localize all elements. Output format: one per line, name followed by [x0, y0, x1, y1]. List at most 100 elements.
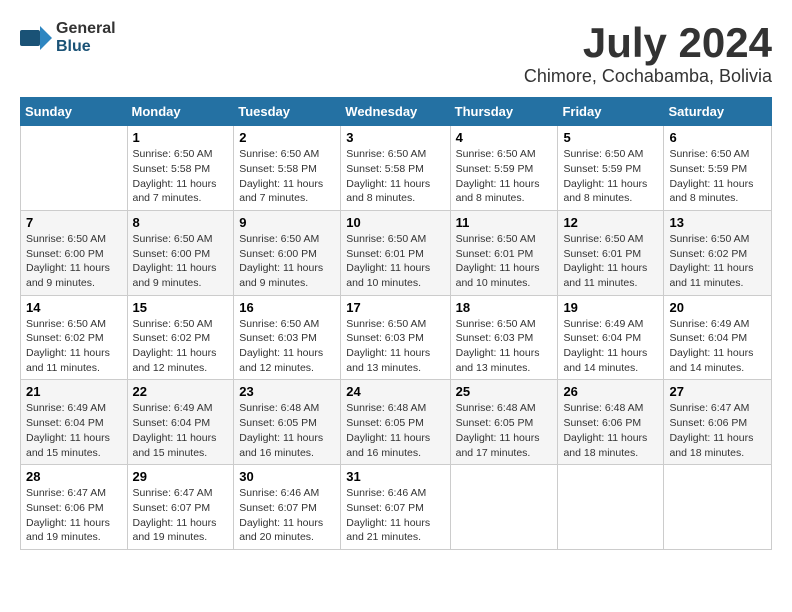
day-info: Sunrise: 6:50 AMSunset: 5:59 PMDaylight:…: [456, 147, 553, 206]
calendar-cell: 31Sunrise: 6:46 AMSunset: 6:07 PMDayligh…: [341, 465, 450, 550]
day-info: Sunrise: 6:50 AMSunset: 6:00 PMDaylight:…: [239, 232, 335, 291]
day-number: 2: [239, 130, 335, 145]
day-number: 30: [239, 469, 335, 484]
calendar-cell: 28Sunrise: 6:47 AMSunset: 6:06 PMDayligh…: [21, 465, 128, 550]
day-info: Sunrise: 6:48 AMSunset: 6:05 PMDaylight:…: [456, 401, 553, 460]
calendar-cell: 30 Sunrise: 6:46 AMSunset: 6:07 PMDayligh…: [234, 465, 341, 550]
day-number: 15: [133, 300, 229, 315]
day-info: Sunrise: 6:50 AMSunset: 6:01 PMDaylight:…: [346, 232, 444, 291]
day-number: 1: [133, 130, 229, 145]
day-number: 5: [563, 130, 658, 145]
day-info: Sunrise: 6:48 AMSunset: 6:06 PMDaylight:…: [563, 401, 658, 460]
day-number: 28: [26, 469, 122, 484]
calendar-cell: [450, 465, 558, 550]
calendar-body: 1 Sunrise: 6:50 AMSunset: 5:58 PMDaylight…: [21, 126, 772, 550]
day-number: 27: [669, 384, 766, 399]
calendar-cell: 2 Sunrise: 6:50 AMSunset: 5:58 PMDaylight…: [234, 126, 341, 211]
day-number: 26: [563, 384, 658, 399]
day-number: 25: [456, 384, 553, 399]
day-info: Sunrise: 6:50 AMSunset: 6:03 PMDaylight:…: [456, 317, 553, 376]
header-cell-saturday: Saturday: [664, 98, 772, 126]
day-info: Sunrise: 6:47 AMSunset: 6:07 PMDaylight:…: [133, 486, 229, 545]
logo-icon: [20, 22, 52, 54]
calendar-cell: 14Sunrise: 6:50 AMSunset: 6:02 PMDayligh…: [21, 295, 128, 380]
day-info: Sunrise: 6:46 AMSunset: 6:07 PMDaylight:…: [239, 486, 335, 545]
calendar-cell: 9Sunrise: 6:50 AMSunset: 6:00 PMDaylight…: [234, 210, 341, 295]
day-number: 13: [669, 215, 766, 230]
day-number: 3: [346, 130, 444, 145]
calendar-cell: 13 Sunrise: 6:50 AMSunset: 6:02 PMDayligh…: [664, 210, 772, 295]
logo-general: General: [56, 20, 116, 38]
calendar-cell: 7Sunrise: 6:50 AMSunset: 6:00 PMDaylight…: [21, 210, 128, 295]
day-number: 17: [346, 300, 444, 315]
logo: General Blue: [20, 20, 116, 55]
subtitle: Chimore, Cochabamba, Bolivia: [524, 66, 772, 87]
main-title: July 2024: [524, 20, 772, 66]
day-number: 22: [133, 384, 229, 399]
day-info: Sunrise: 6:49 AMSunset: 6:04 PMDaylight:…: [26, 401, 122, 460]
day-number: 31: [346, 469, 444, 484]
day-number: 12: [563, 215, 658, 230]
header-cell-monday: Monday: [127, 98, 234, 126]
header-cell-sunday: Sunday: [21, 98, 128, 126]
header-cell-wednesday: Wednesday: [341, 98, 450, 126]
calendar-cell: 21Sunrise: 6:49 AMSunset: 6:04 PMDayligh…: [21, 380, 128, 465]
calendar-cell: 27 Sunrise: 6:47 AMSunset: 6:06 PMDayligh…: [664, 380, 772, 465]
calendar-week-2: 7 Sunrise: 6:50 AMSunset: 6:00 PMDaylight…: [21, 210, 772, 295]
day-info: Sunrise: 6:49 AMSunset: 6:04 PMDaylight:…: [563, 317, 658, 376]
calendar-cell: 6 Sunrise: 6:50 AMSunset: 5:59 PMDaylight…: [664, 126, 772, 211]
day-number: 20: [669, 300, 766, 315]
calendar-cell: 20 Sunrise: 6:49 AMSunset: 6:04 PMDayligh…: [664, 295, 772, 380]
calendar-cell: 18 Sunrise: 6:50 AMSunset: 6:03 PMDayligh…: [450, 295, 558, 380]
day-info: Sunrise: 6:50 AMSunset: 6:03 PMDaylight:…: [239, 317, 335, 376]
calendar-week-5: 28Sunrise: 6:47 AMSunset: 6:06 PMDayligh…: [21, 465, 772, 550]
header: General Blue July 2024 Chimore, Cochabam…: [20, 20, 772, 87]
calendar-header-row: SundayMondayTuesdayWednesdayThursdayFrid…: [21, 98, 772, 126]
calendar-cell: 22 Sunrise: 6:49 AMSunset: 6:04 PMDayligh…: [127, 380, 234, 465]
header-cell-tuesday: Tuesday: [234, 98, 341, 126]
day-number: 18: [456, 300, 553, 315]
day-info: Sunrise: 6:47 AMSunset: 6:06 PMDaylight:…: [669, 401, 766, 460]
day-info: Sunrise: 6:49 AMSunset: 6:04 PMDaylight:…: [133, 401, 229, 460]
calendar-cell: 8 Sunrise: 6:50 AMSunset: 6:00 PMDaylight…: [127, 210, 234, 295]
day-number: 24: [346, 384, 444, 399]
calendar-cell: 15Sunrise: 6:50 AMSunset: 6:02 PMDayligh…: [127, 295, 234, 380]
calendar-cell: [664, 465, 772, 550]
day-info: Sunrise: 6:50 AMSunset: 5:58 PMDaylight:…: [346, 147, 444, 206]
day-info: Sunrise: 6:50 AMSunset: 6:02 PMDaylight:…: [669, 232, 766, 291]
calendar-cell: 10 Sunrise: 6:50 AMSunset: 6:01 PMDayligh…: [341, 210, 450, 295]
calendar-week-4: 21Sunrise: 6:49 AMSunset: 6:04 PMDayligh…: [21, 380, 772, 465]
day-number: 10: [346, 215, 444, 230]
header-cell-thursday: Thursday: [450, 98, 558, 126]
calendar-cell: [558, 465, 664, 550]
calendar-cell: 5 Sunrise: 6:50 AMSunset: 5:59 PMDaylight…: [558, 126, 664, 211]
title-section: July 2024 Chimore, Cochabamba, Bolivia: [524, 20, 772, 87]
day-info: Sunrise: 6:50 AMSunset: 6:03 PMDaylight:…: [346, 317, 444, 376]
day-number: 7: [26, 215, 122, 230]
day-number: 14: [26, 300, 122, 315]
calendar-cell: 23Sunrise: 6:48 AMSunset: 6:05 PMDayligh…: [234, 380, 341, 465]
calendar-cell: 12 Sunrise: 6:50 AMSunset: 6:01 PMDayligh…: [558, 210, 664, 295]
day-number: 6: [669, 130, 766, 145]
day-number: 4: [456, 130, 553, 145]
day-info: Sunrise: 6:48 AMSunset: 6:05 PMDaylight:…: [346, 401, 444, 460]
logo-blue: Blue: [56, 38, 116, 56]
day-info: Sunrise: 6:49 AMSunset: 6:04 PMDaylight:…: [669, 317, 766, 376]
day-number: 19: [563, 300, 658, 315]
calendar-week-3: 14Sunrise: 6:50 AMSunset: 6:02 PMDayligh…: [21, 295, 772, 380]
day-info: Sunrise: 6:50 AMSunset: 5:58 PMDaylight:…: [239, 147, 335, 206]
calendar-cell: 29 Sunrise: 6:47 AMSunset: 6:07 PMDayligh…: [127, 465, 234, 550]
day-info: Sunrise: 6:50 AMSunset: 6:00 PMDaylight:…: [133, 232, 229, 291]
calendar-cell: 4 Sunrise: 6:50 AMSunset: 5:59 PMDaylight…: [450, 126, 558, 211]
day-number: 29: [133, 469, 229, 484]
day-info: Sunrise: 6:48 AMSunset: 6:05 PMDaylight:…: [239, 401, 335, 460]
day-info: Sunrise: 6:50 AMSunset: 5:59 PMDaylight:…: [669, 147, 766, 206]
header-cell-friday: Friday: [558, 98, 664, 126]
day-info: Sunrise: 6:50 AMSunset: 6:01 PMDaylight:…: [563, 232, 658, 291]
calendar-cell: 25 Sunrise: 6:48 AMSunset: 6:05 PMDayligh…: [450, 380, 558, 465]
day-number: 8: [133, 215, 229, 230]
calendar-week-1: 1 Sunrise: 6:50 AMSunset: 5:58 PMDaylight…: [21, 126, 772, 211]
calendar-cell: [21, 126, 128, 211]
calendar-cell: 17 Sunrise: 6:50 AMSunset: 6:03 PMDayligh…: [341, 295, 450, 380]
day-info: Sunrise: 6:50 AMSunset: 5:59 PMDaylight:…: [563, 147, 658, 206]
